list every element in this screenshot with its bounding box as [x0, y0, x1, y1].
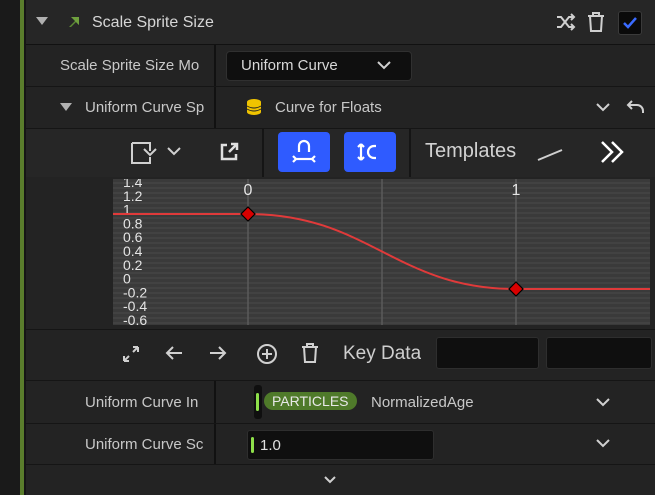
- expand-arrow-icon[interactable]: [60, 102, 72, 112]
- chevron-down-icon[interactable]: [167, 147, 181, 156]
- module-title: Scale Sprite Size: [92, 14, 214, 31]
- key-data-label: Key Data: [343, 343, 422, 364]
- key-interp-icon[interactable]: [130, 139, 160, 167]
- particles-badge[interactable]: PARTICLES: [264, 392, 357, 410]
- chevron-down-icon[interactable]: [596, 103, 610, 112]
- key-row: Key Data: [26, 330, 655, 380]
- input-label: Uniform Curve In: [85, 394, 199, 411]
- reset-arrow-icon[interactable]: [626, 99, 646, 115]
- chevron-down-icon[interactable]: [596, 398, 610, 407]
- x-tick-label: 0: [244, 182, 253, 199]
- scale-row: Uniform Curve Sc 1.0: [26, 424, 655, 464]
- snap-time-button[interactable]: [344, 132, 396, 172]
- collapse-arrow-icon[interactable]: [36, 16, 48, 26]
- scale-value: 1.0: [260, 437, 281, 454]
- curve-key[interactable]: [240, 206, 256, 222]
- chevron-down-icon[interactable]: [596, 439, 610, 448]
- trash-icon[interactable]: [586, 11, 606, 33]
- curve-label: Uniform Curve Sp: [85, 99, 205, 116]
- chevron-down-icon: [377, 61, 391, 70]
- shuffle-icon[interactable]: [556, 13, 576, 31]
- mode-value: Uniform Curve: [241, 57, 338, 74]
- curve-key[interactable]: [508, 281, 524, 297]
- enabled-checkbox[interactable]: [618, 11, 642, 35]
- templates-label[interactable]: Templates: [425, 140, 516, 163]
- input-value[interactable]: NormalizedAge: [371, 394, 474, 411]
- vertical-snap-icon: [357, 143, 376, 161]
- mode-dropdown[interactable]: Uniform Curve: [226, 51, 412, 81]
- module-color-bar: [20, 0, 24, 495]
- curve-toolbar: Templates: [26, 129, 655, 177]
- next-key-icon[interactable]: [208, 345, 228, 361]
- add-key-icon[interactable]: [256, 343, 278, 365]
- previous-key-icon[interactable]: [164, 345, 184, 361]
- database-icon: [246, 98, 262, 116]
- input-row: Uniform Curve In PARTICLES NormalizedAge: [26, 381, 655, 423]
- show-more-chevron-icon[interactable]: [324, 476, 336, 484]
- module-header[interactable]: Scale Sprite Size: [26, 0, 655, 45]
- double-chevron-right-icon[interactable]: [599, 139, 627, 165]
- y-tick-label: -0.6: [123, 312, 147, 325]
- input-pin[interactable]: [254, 385, 262, 419]
- magnet-icon: [292, 139, 316, 163]
- delete-key-icon[interactable]: [300, 342, 320, 364]
- key-time-field[interactable]: [436, 337, 539, 369]
- mode-row: Scale Sprite Size Mo Uniform Curve: [26, 45, 655, 86]
- snap-value-button[interactable]: [278, 132, 330, 172]
- scale-input[interactable]: 1.0: [247, 430, 434, 460]
- curve-value[interactable]: Curve for Floats: [275, 99, 382, 116]
- checkmark-icon: [623, 17, 637, 29]
- curve-graph[interactable]: 1.4 1.2 1 0.8 0.6 0.4 0.2 0 -0.2 -0.4 -0.6 0 1: [113, 179, 650, 325]
- curve-row: Uniform Curve Sp Curve for Floats: [26, 87, 655, 128]
- module-arrow-icon: [66, 14, 82, 30]
- fit-view-icon[interactable]: [122, 345, 140, 363]
- footer-row: [26, 465, 655, 495]
- outer-indent: [0, 0, 20, 495]
- x-tick-label: 1: [512, 182, 521, 199]
- linear-template-icon[interactable]: [536, 144, 564, 164]
- key-value-field[interactable]: [546, 337, 652, 369]
- scale-label: Uniform Curve Sc: [85, 436, 204, 453]
- open-external-icon[interactable]: [219, 142, 239, 162]
- mode-label: Scale Sprite Size Mo: [60, 57, 200, 74]
